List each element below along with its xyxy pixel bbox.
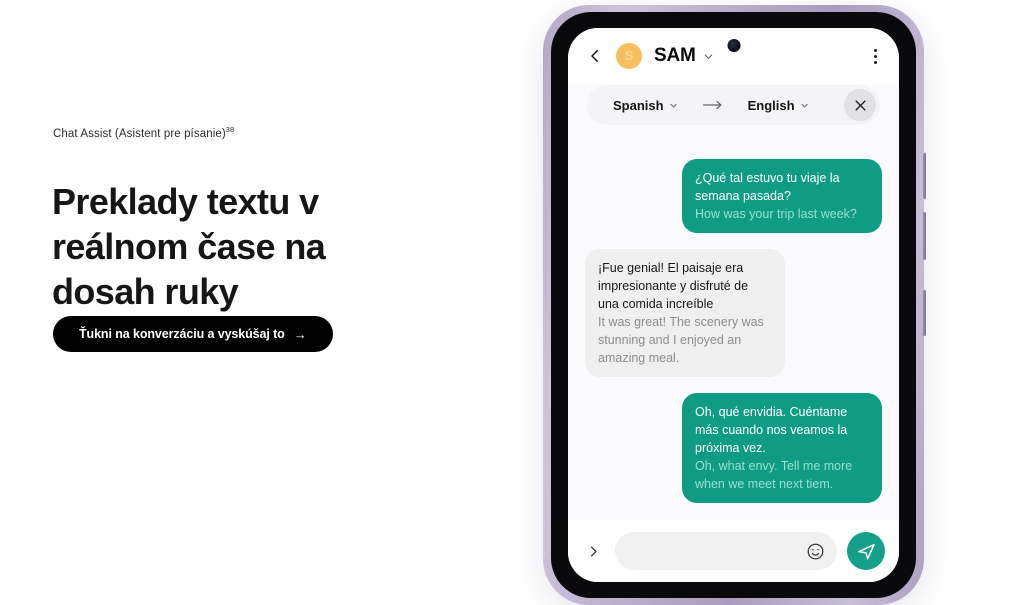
translation-bar: Spanish English xyxy=(587,85,880,125)
message-primary-text: Oh, qué envidia. Cuéntame más cuando nos… xyxy=(695,405,848,455)
message-translation-text: It was great! The scenery was stunning a… xyxy=(598,315,764,365)
chevron-down-icon xyxy=(669,103,677,107)
eyebrow-label: Chat Assist (Asistent pre písanie)38 xyxy=(53,125,234,140)
source-language-label: Spanish xyxy=(613,97,664,113)
target-language-label: English xyxy=(747,97,795,113)
chat-header: S SAM xyxy=(568,28,899,84)
chevron-down-icon xyxy=(800,103,808,107)
try-conversation-button[interactable]: Ťukni na konverzáciu a vyskúšaj to → xyxy=(53,316,333,352)
message-row: Oh, qué envidia. Cuéntame más cuando nos… xyxy=(585,393,882,503)
message-bubble-outgoing[interactable]: Oh, qué envidia. Cuéntame más cuando nos… xyxy=(682,393,882,503)
eyebrow-text: Chat Assist (Asistent pre písanie) xyxy=(53,127,226,140)
emoji-smiley-icon[interactable] xyxy=(806,542,825,561)
kebab-menu-icon[interactable] xyxy=(870,45,881,68)
source-language-selector[interactable]: Spanish xyxy=(613,98,678,113)
marketing-column: Chat Assist (Asistent pre písanie)38 Pre… xyxy=(0,0,540,555)
message-input-bar xyxy=(568,520,899,582)
volume-up-button[interactable] xyxy=(923,153,926,199)
eyebrow-footnote: 38 xyxy=(225,125,235,134)
send-paper-plane-icon xyxy=(857,543,875,559)
message-translation-text: Oh, what envy. Tell me more when we meet… xyxy=(695,459,853,491)
close-x-icon xyxy=(854,99,866,111)
message-input-field[interactable] xyxy=(615,532,837,570)
chevron-right-icon[interactable] xyxy=(586,544,601,559)
cta-label: Ťukni na konverzáciu a vyskúšaj to xyxy=(79,327,285,341)
page-title: Preklady textu v reálnom čase na dosah r… xyxy=(52,181,326,313)
send-message-button[interactable] xyxy=(847,532,885,570)
arrow-right-icon: → xyxy=(293,326,307,342)
target-language-selector[interactable]: English xyxy=(748,98,809,113)
message-primary-text: ¿Qué tal estuvo tu viaje la semana pasad… xyxy=(695,171,840,203)
message-bubble-outgoing[interactable]: ¿Qué tal estuvo tu viaje la semana pasad… xyxy=(682,159,882,233)
message-translation-text: How was your trip last week? xyxy=(695,207,857,221)
contact-name: SAM xyxy=(654,45,696,66)
phone-screen: S SAM Spanish English ¿Qué tal estuvo tu… xyxy=(568,28,899,582)
front-camera-icon xyxy=(727,39,740,52)
message-bubble-incoming[interactable]: ¡Fue genial! El paisaje era impresionant… xyxy=(585,249,785,377)
message-row: ¡Fue genial! El paisaje era impresionant… xyxy=(585,249,882,377)
volume-down-button[interactable] xyxy=(923,212,926,260)
power-button[interactable] xyxy=(923,290,926,336)
phone-bezel: S SAM Spanish English ¿Qué tal estuvo tu… xyxy=(551,12,916,598)
chevron-left-icon[interactable] xyxy=(586,47,604,65)
avatar[interactable]: S xyxy=(616,43,642,69)
message-primary-text: ¡Fue genial! El paisaje era impresionant… xyxy=(598,261,749,311)
phone-mockup: S SAM Spanish English ¿Qué tal estuvo tu… xyxy=(543,5,926,605)
chevron-down-icon[interactable] xyxy=(703,51,714,62)
close-translation-button[interactable] xyxy=(844,89,876,121)
message-row: ¿Qué tal estuvo tu viaje la semana pasad… xyxy=(585,159,882,233)
message-list[interactable]: ¿Qué tal estuvo tu viaje la semana pasad… xyxy=(568,131,899,520)
arrow-right-icon xyxy=(702,100,722,110)
avatar-initial: S xyxy=(624,49,634,63)
phone-frame: S SAM Spanish English ¿Qué tal estuvo tu… xyxy=(543,5,926,605)
